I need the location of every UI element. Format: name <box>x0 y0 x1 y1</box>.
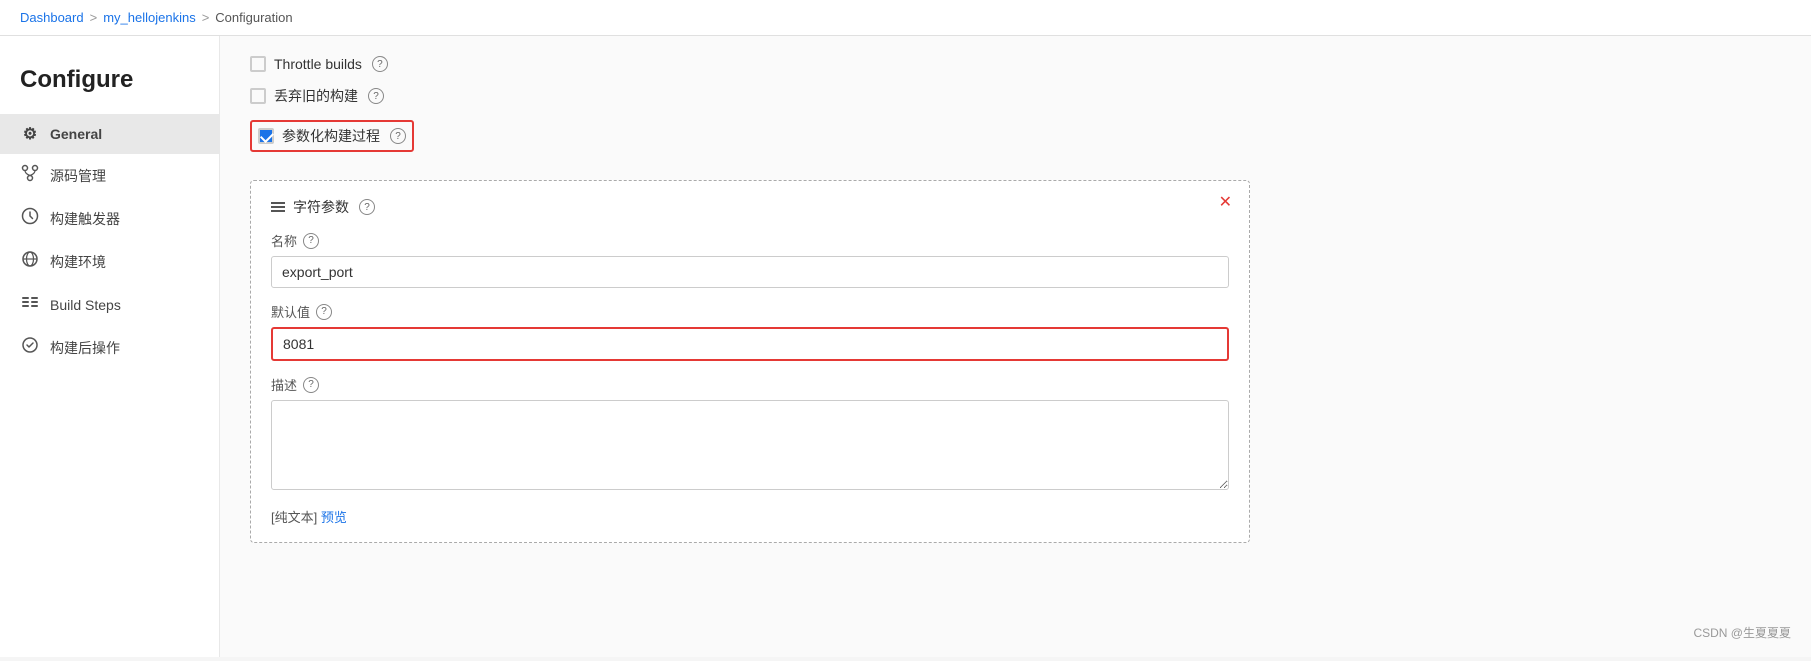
build-steps-icon <box>20 293 40 316</box>
env-icon <box>20 250 40 273</box>
footer-prefix: [纯文本] <box>271 510 317 525</box>
gear-icon: ⚙ <box>20 124 40 144</box>
help-name[interactable]: ? <box>303 233 319 249</box>
breadcrumb-current: Configuration <box>215 10 292 25</box>
sidebar-item-source[interactable]: 源码管理 <box>0 154 219 197</box>
main-content: Throttle builds ? 丢弃旧的构建 ? 参数化构建过程 ? <box>220 36 1811 657</box>
watermark: CSDN @生夏夏夏 <box>1693 624 1791 641</box>
default-group: 默认值 ? <box>271 302 1229 361</box>
sidebar-label-general: General <box>50 126 102 142</box>
param-type-label: 字符参数 <box>293 197 349 217</box>
sidebar-label-source: 源码管理 <box>50 166 106 186</box>
breadcrumb-sep-1: > <box>90 10 98 25</box>
checkbox-row-discard: 丢弃旧的构建 ? <box>250 86 1781 106</box>
sidebar-label-build-steps: Build Steps <box>50 297 121 313</box>
preview-link[interactable]: 预览 <box>321 510 347 525</box>
breadcrumb: Dashboard > my_hellojenkins > Configurat… <box>0 0 1811 36</box>
sidebar: Configure ⚙ General 源码管理 <box>0 36 220 657</box>
description-textarea[interactable] <box>271 400 1229 490</box>
name-label: 名称 ? <box>271 231 1229 250</box>
help-default[interactable]: ? <box>316 304 332 320</box>
checkbox-parameterize[interactable] <box>258 128 274 144</box>
default-input[interactable] <box>271 327 1229 361</box>
sidebar-label-env: 构建环境 <box>50 252 106 272</box>
breadcrumb-sep-2: > <box>202 10 210 25</box>
default-label: 默认值 ? <box>271 302 1229 321</box>
checkbox-discard[interactable] <box>250 88 266 104</box>
help-parameterize[interactable]: ? <box>390 128 406 144</box>
label-discard: 丢弃旧的构建 <box>274 86 358 106</box>
sidebar-label-post-build: 构建后操作 <box>50 338 120 358</box>
sidebar-item-general[interactable]: ⚙ General <box>0 114 219 154</box>
close-param-button[interactable]: ✕ <box>1214 193 1237 213</box>
param-header: 字符参数 ? <box>271 197 1229 217</box>
footer-text: [纯文本] 预览 <box>271 507 1229 526</box>
drag-handle[interactable] <box>271 202 285 212</box>
post-build-icon <box>20 336 40 359</box>
sidebar-item-triggers[interactable]: 构建触发器 <box>0 197 219 240</box>
help-discard[interactable]: ? <box>368 88 384 104</box>
source-icon <box>20 164 40 187</box>
checkbox-row-parameterize: 参数化构建过程 ? <box>250 120 414 152</box>
trigger-icon <box>20 207 40 230</box>
help-description[interactable]: ? <box>303 377 319 393</box>
help-throttle[interactable]: ? <box>372 56 388 72</box>
checkbox-row-throttle: Throttle builds ? <box>250 56 1781 72</box>
breadcrumb-project[interactable]: my_hellojenkins <box>103 10 196 25</box>
description-group: 描述 ? <box>271 375 1229 493</box>
name-input[interactable] <box>271 256 1229 288</box>
checkbox-throttle[interactable] <box>250 56 266 72</box>
label-throttle: Throttle builds <box>274 56 362 72</box>
breadcrumb-dashboard[interactable]: Dashboard <box>20 10 84 25</box>
sidebar-item-build-steps[interactable]: Build Steps <box>0 283 219 326</box>
label-parameterize: 参数化构建过程 <box>282 126 380 146</box>
page-title: Configure <box>0 56 219 114</box>
sidebar-label-triggers: 构建触发器 <box>50 209 120 229</box>
help-param[interactable]: ? <box>359 199 375 215</box>
sidebar-item-post-build[interactable]: 构建后操作 <box>0 326 219 369</box>
param-section: 字符参数 ? ✕ 名称 ? 默认值 ? <box>250 180 1250 543</box>
description-label: 描述 ? <box>271 375 1229 394</box>
sidebar-item-env[interactable]: 构建环境 <box>0 240 219 283</box>
name-group: 名称 ? <box>271 231 1229 288</box>
